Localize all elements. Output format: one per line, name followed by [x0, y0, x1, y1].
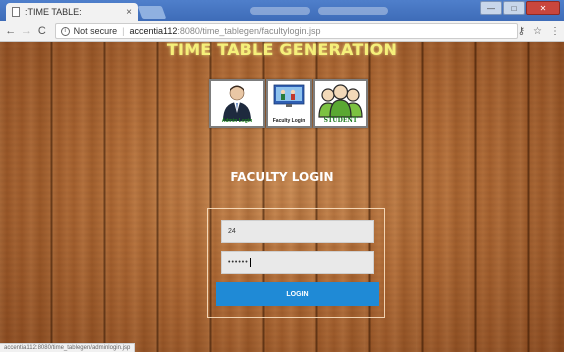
minimize-button[interactable]: —	[480, 1, 502, 15]
faculty-login-link[interactable]: Faculty Login	[266, 79, 312, 128]
login-button[interactable]: LOGIN	[216, 282, 379, 306]
key-icon[interactable]: ⚷	[518, 26, 525, 37]
tab-title: :TIME TABLE:	[25, 7, 82, 17]
status-bar-link-preview: accentia112:8080/time_tablegen/adminlogi…	[0, 343, 136, 352]
faculty-computer-icon	[273, 84, 305, 107]
student-login-link[interactable]: STUDENT	[313, 79, 368, 128]
admin-login-link[interactable]: Admin Login	[209, 79, 265, 128]
url-separator: |	[122, 26, 125, 36]
students-group-icon	[318, 84, 363, 118]
window-controls: — □ ✕	[480, 1, 560, 15]
maximize-button[interactable]: □	[503, 1, 525, 15]
user-id-input[interactable]: 24	[221, 220, 374, 243]
login-heading: FACULTY LOGIN	[230, 170, 334, 184]
security-label: Not secure	[73, 26, 118, 36]
page-viewport: TIME TABLE GENERATION Admin Login Facult…	[0, 42, 564, 352]
url-host: accentia112	[129, 26, 178, 36]
close-window-button[interactable]: ✕	[526, 1, 560, 15]
reload-button[interactable]: C	[35, 25, 49, 37]
address-bar: ← → C i Not secure | accentia112:8080/ti…	[0, 21, 564, 42]
bookmark-star-icon[interactable]: ☆	[533, 26, 542, 37]
info-icon[interactable]: i	[60, 26, 70, 36]
url-path: :8080/time_tablegen/facultylogin.jsp	[177, 26, 321, 36]
new-tab-button[interactable]	[137, 6, 167, 19]
forward-button[interactable]: →	[20, 25, 34, 37]
page-title: TIME TABLE GENERATION	[166, 42, 398, 59]
faculty-login-label: Faculty Login	[272, 118, 306, 124]
password-masked-value: ••••••	[228, 259, 249, 266]
browser-title-bar: :TIME TABLE: × — □ ✕	[0, 0, 564, 21]
back-button[interactable]: ←	[4, 25, 18, 37]
tab-close-icon[interactable]: ×	[126, 7, 132, 18]
menu-icon[interactable]: ⋮	[550, 26, 560, 37]
toolbar-right: ⚷ ☆ ⋮	[518, 26, 560, 37]
student-login-label: STUDENT	[323, 117, 358, 124]
page-icon	[12, 7, 20, 17]
login-form: 24 •••••• LOGIN	[207, 208, 385, 318]
admin-person-icon	[223, 85, 251, 121]
text-caret	[249, 258, 251, 267]
password-input[interactable]: ••••••	[221, 251, 374, 274]
blurred-title-region	[250, 7, 310, 15]
url-field[interactable]: i Not secure | accentia112:8080/time_tab…	[54, 23, 518, 39]
browser-tab[interactable]: :TIME TABLE: ×	[6, 3, 138, 21]
admin-login-label: Admin Login	[221, 118, 253, 124]
blurred-title-region	[318, 7, 388, 15]
